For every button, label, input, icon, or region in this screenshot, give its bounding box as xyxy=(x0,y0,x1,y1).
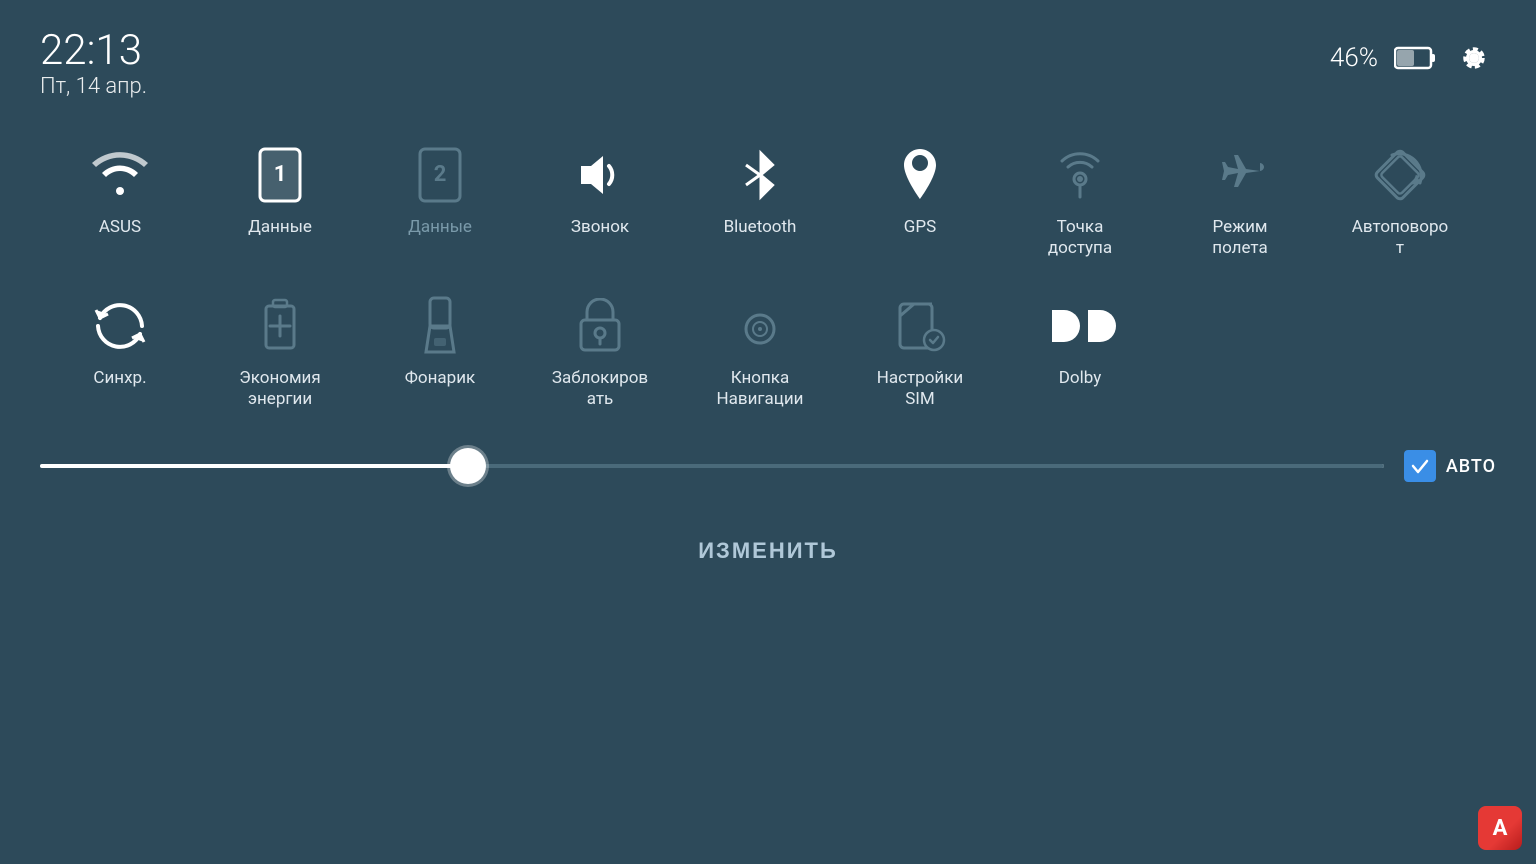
tile-sim-settings-label: НастройкиSIM xyxy=(877,368,964,411)
tiles-row-1: ASUS 1 Данные 2 Данные xyxy=(40,129,1496,270)
checkbox-icon xyxy=(1404,450,1436,482)
quick-tiles: ASUS 1 Данные 2 Данные xyxy=(0,119,1536,420)
flashlight-icon xyxy=(404,290,476,362)
battery-saver-icon xyxy=(244,290,316,362)
tile-battery-saver[interactable]: Экономияэнергии xyxy=(200,280,360,421)
tile-battery-saver-label: Экономияэнергии xyxy=(239,368,320,411)
wifi-icon xyxy=(84,139,156,211)
lock-icon xyxy=(564,290,636,362)
bottom-app-icon[interactable]: A xyxy=(1478,806,1522,850)
tile-data1-label: Данные xyxy=(248,217,312,238)
hotspot-icon xyxy=(1044,139,1116,211)
tile-dolby-label: Dolby xyxy=(1059,368,1101,389)
date: Пт, 14 апр. xyxy=(40,74,147,99)
change-btn-row: ИЗМЕНИТЬ xyxy=(0,502,1536,580)
tile-data1[interactable]: 1 Данные xyxy=(200,129,360,270)
sim1-icon: 1 xyxy=(244,139,316,211)
tile-bluetooth-label: Bluetooth xyxy=(724,217,797,238)
sim-settings-icon xyxy=(884,290,956,362)
tile-wifi[interactable]: ASUS xyxy=(40,129,200,270)
status-section: 46% xyxy=(1330,28,1496,80)
tile-autorotate-label: Автоповорот xyxy=(1352,217,1448,260)
clock: 22:13 xyxy=(40,28,147,74)
airplane-icon xyxy=(1204,139,1276,211)
sync-icon xyxy=(84,290,156,362)
battery-icon xyxy=(1394,45,1436,71)
tile-autorotate[interactable]: Автоповорот xyxy=(1320,129,1480,270)
brightness-slider[interactable] xyxy=(40,464,1384,468)
tile-nav-button[interactable]: КнопкаНавигации xyxy=(680,280,840,421)
change-button[interactable]: ИЗМЕНИТЬ xyxy=(638,522,898,580)
tile-sim-settings[interactable]: НастройкиSIM xyxy=(840,280,1000,421)
tile-sound-label: Звонок xyxy=(571,217,629,238)
tile-wifi-label: ASUS xyxy=(99,217,141,238)
tile-nav-label: КнопкаНавигации xyxy=(717,368,804,411)
tile-bluetooth[interactable]: Bluetooth xyxy=(680,129,840,270)
tile-flashlight[interactable]: Фонарик xyxy=(360,280,520,421)
tile-dolby[interactable]: Dolby xyxy=(1000,280,1160,421)
tile-gps[interactable]: GPS xyxy=(840,129,1000,270)
autorotate-icon xyxy=(1364,139,1436,211)
auto-brightness-checkbox[interactable]: АВТО xyxy=(1404,450,1496,482)
tile-airplane-label: Режимполета xyxy=(1212,217,1267,260)
tile-flashlight-label: Фонарик xyxy=(405,368,475,389)
sound-icon xyxy=(564,139,636,211)
tile-hotspot[interactable]: Точкадоступа xyxy=(1000,129,1160,270)
brightness-thumb[interactable] xyxy=(450,448,486,484)
tile-gps-label: GPS xyxy=(904,217,936,238)
gps-icon xyxy=(884,139,956,211)
tile-hotspot-label: Точкадоступа xyxy=(1048,217,1112,260)
tile-sync-label: Синхр. xyxy=(93,368,146,389)
tile-data2[interactable]: 2 Данные xyxy=(360,129,520,270)
tile-data2-label: Данные xyxy=(408,217,472,238)
bluetooth-icon xyxy=(724,139,796,211)
tile-airplane[interactable]: Режимполета xyxy=(1160,129,1320,270)
battery-percentage: 46% xyxy=(1330,43,1378,73)
tile-sync[interactable]: Синхр. xyxy=(40,280,200,421)
auto-label: АВТО xyxy=(1446,456,1496,477)
svg-text:1: 1 xyxy=(274,162,287,187)
settings-button[interactable] xyxy=(1452,36,1496,80)
tile-lockscreen-label: Заблокировать xyxy=(552,368,648,411)
dolby-icon xyxy=(1044,290,1116,362)
brightness-row: АВТО xyxy=(0,430,1536,502)
sim2-icon: 2 xyxy=(404,139,476,211)
header: 22:13 Пт, 14 апр. 46% xyxy=(0,0,1536,119)
tiles-row-2: Синхр. Экономияэнергии xyxy=(40,280,1496,421)
time-section: 22:13 Пт, 14 апр. xyxy=(40,28,147,99)
svg-text:2: 2 xyxy=(434,162,447,187)
tile-lockscreen[interactable]: Заблокировать xyxy=(520,280,680,421)
tile-sound[interactable]: Звонок xyxy=(520,129,680,270)
nav-icon xyxy=(724,290,796,362)
